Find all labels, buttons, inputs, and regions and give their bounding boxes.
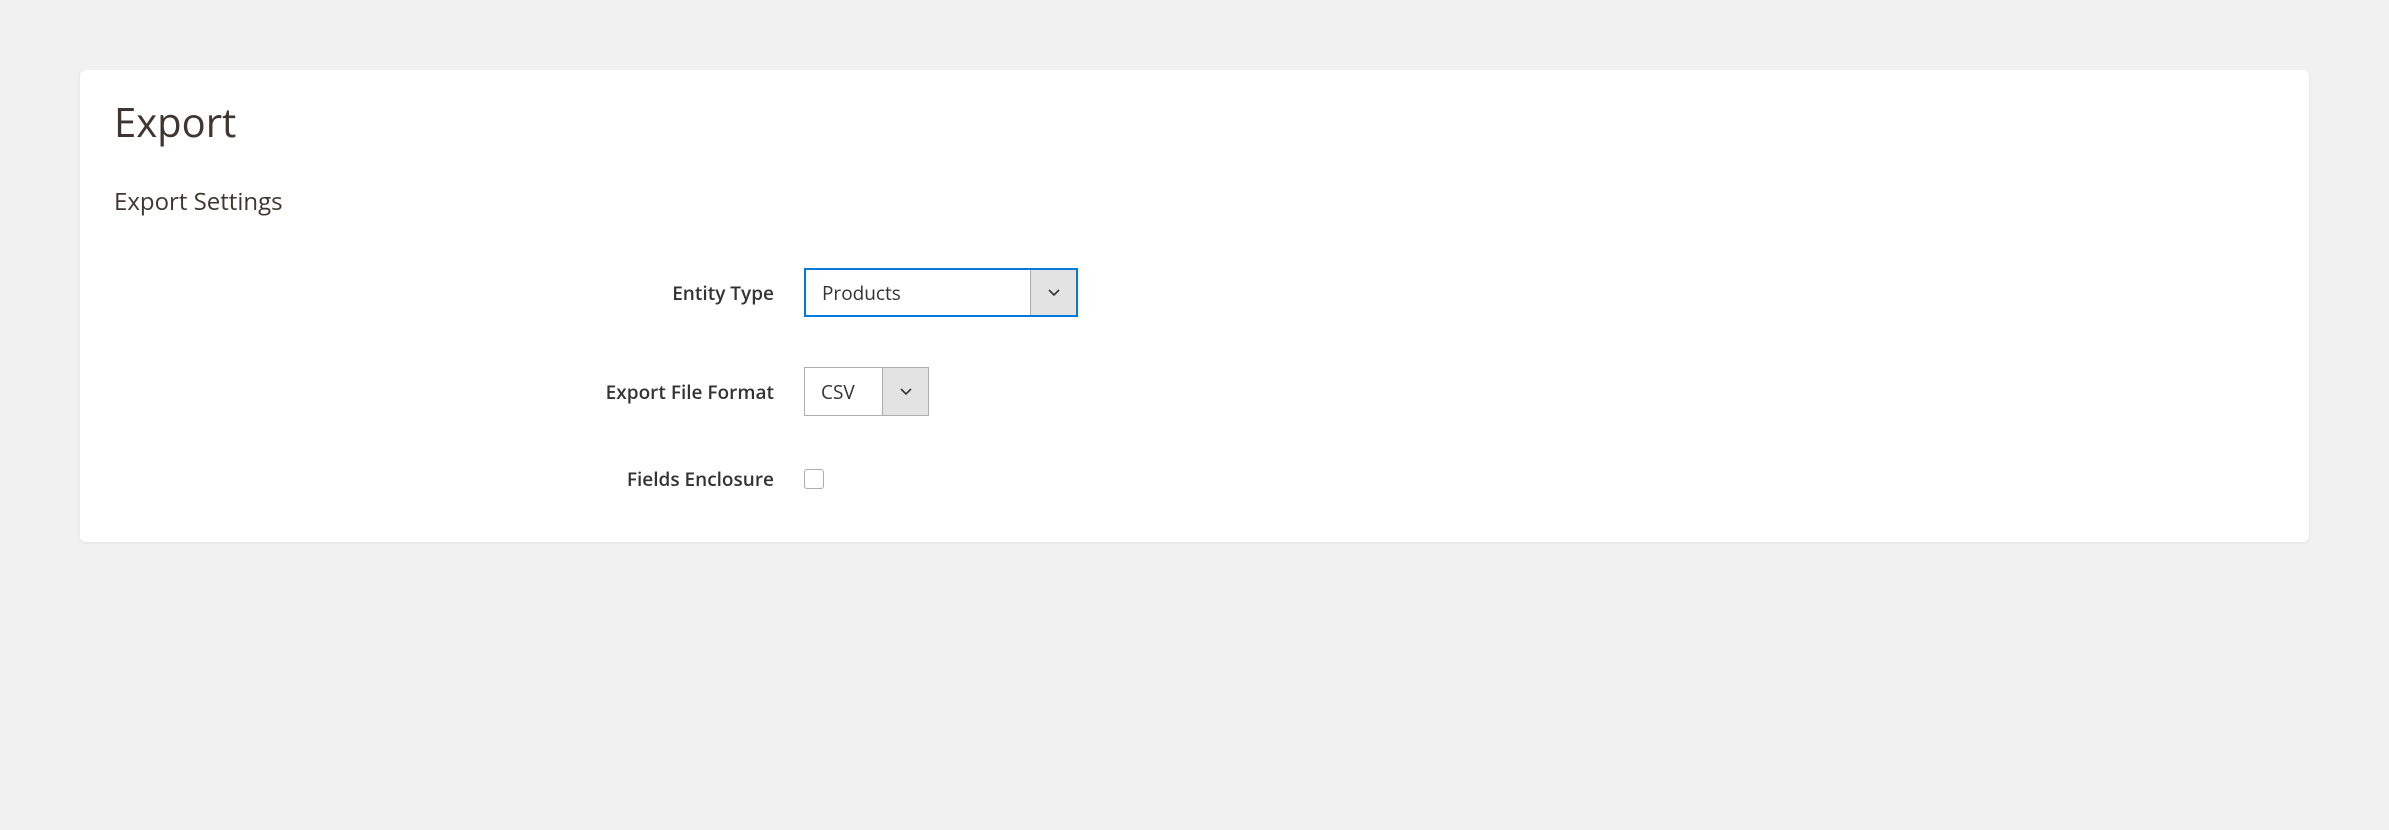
entity-type-value: Products (806, 270, 1030, 315)
chevron-down-icon (882, 368, 928, 415)
section-title: Export Settings (114, 185, 2275, 218)
export-file-format-value: CSV (805, 368, 882, 415)
export-file-format-row: Export File Format CSV (114, 367, 2275, 416)
export-panel: Export Export Settings Entity Type Produ… (80, 70, 2309, 542)
fields-enclosure-row: Fields Enclosure (114, 466, 2275, 492)
entity-type-row: Entity Type Products (114, 268, 2275, 317)
fields-enclosure-checkbox[interactable] (804, 469, 824, 489)
chevron-down-icon (1030, 270, 1076, 315)
export-file-format-select[interactable]: CSV (804, 367, 929, 416)
entity-type-select[interactable]: Products (804, 268, 1078, 317)
export-file-format-label: Export File Format (114, 379, 804, 405)
fields-enclosure-label: Fields Enclosure (114, 466, 804, 492)
entity-type-label: Entity Type (114, 280, 804, 306)
page-title: Export (114, 94, 2275, 149)
